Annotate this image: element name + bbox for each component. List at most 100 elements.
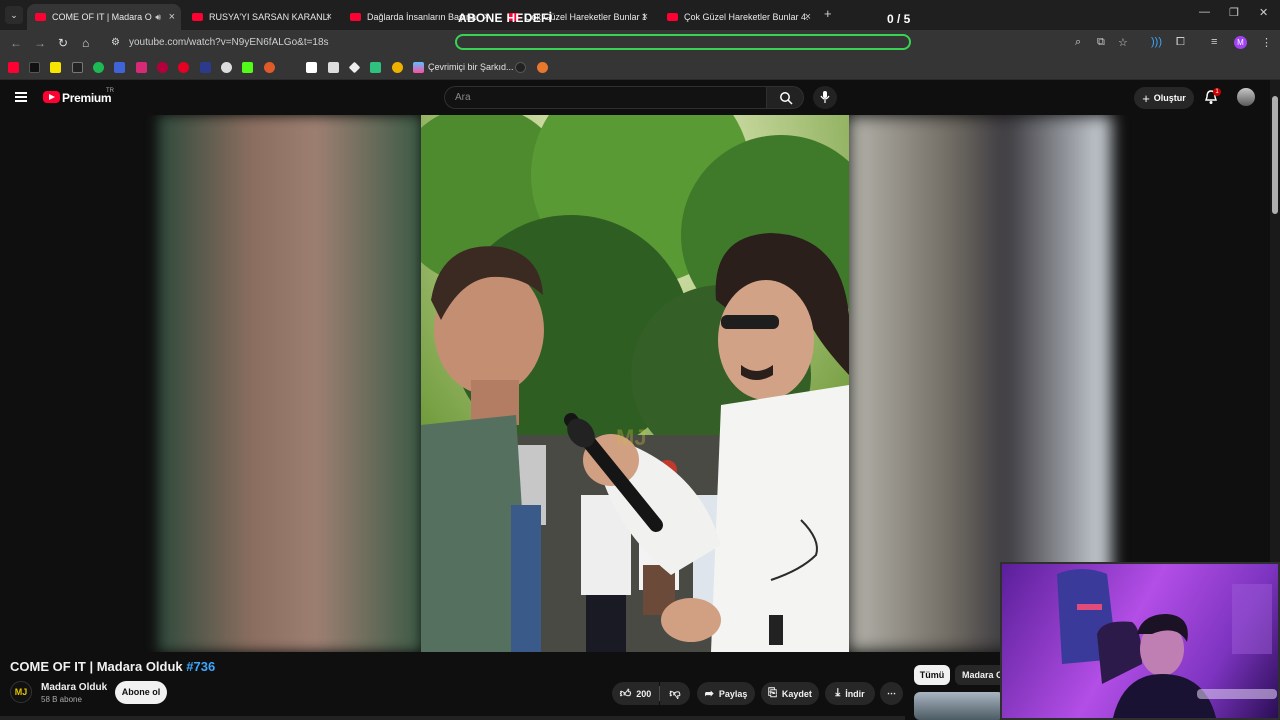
bookmark-github-icon[interactable] — [221, 62, 232, 73]
dislike-button[interactable]: 👎︎ — [660, 682, 690, 705]
thumbs-down-icon: 👎︎ — [669, 688, 681, 700]
plus-icon: + — [1142, 90, 1150, 106]
like-count: 200 — [636, 688, 652, 699]
save-label: Kaydet — [781, 688, 812, 699]
like-button[interactable]: 👍︎ 200 — [612, 682, 659, 705]
install-app-icon[interactable]: ⧉ — [1097, 36, 1105, 49]
video-frame[interactable] — [421, 115, 849, 652]
close-window-icon[interactable]: ✕ — [1259, 6, 1268, 19]
bookmark-star-icon[interactable]: ☆ — [1118, 36, 1128, 49]
share-button[interactable]: ➦ Paylaş — [697, 682, 755, 705]
bookmark-x-icon[interactable] — [72, 62, 83, 73]
save-button[interactable]: ⎘ Kaydet — [761, 682, 819, 705]
subscriber-goal-title: ABONE HEDEFİ — [458, 11, 553, 25]
search-button[interactable] — [766, 86, 804, 109]
scrollbar-thumb[interactable] — [1272, 96, 1278, 214]
bookmark-s-icon[interactable] — [50, 62, 61, 73]
bookmark-kick-icon[interactable] — [242, 62, 253, 73]
share-label: Paylaş — [718, 688, 748, 699]
tab-title: Çok Güzel Hareketler Bunlar 4. — [684, 12, 808, 22]
channel-avatar[interactable]: MJ — [10, 681, 32, 703]
more-actions-button[interactable]: ⋯ — [880, 682, 903, 705]
filter-chip-channel[interactable]: Madara Ol — [955, 665, 1005, 685]
video-title: COME OF IT | Madara Olduk #736 — [10, 659, 215, 674]
channel-name[interactable]: Madara Olduk — [41, 682, 107, 693]
browser-tab-5[interactable]: Çok Güzel Hareketler Bunlar 4. × — [659, 4, 817, 30]
bookmark-orange-icon[interactable] — [264, 62, 275, 73]
bookmark-gmail-icon[interactable] — [306, 62, 317, 73]
bookmark-song-icon[interactable] — [413, 62, 424, 73]
bookmark-green-icon[interactable] — [370, 62, 381, 73]
reload-icon[interactable]: ↻ — [58, 36, 68, 50]
download-button[interactable]: ⤓ İndir — [825, 682, 875, 705]
close-tab-icon[interactable]: × — [169, 11, 175, 23]
bookmark-youtube-icon[interactable] — [8, 62, 19, 73]
bookmark-instagram-icon[interactable] — [136, 62, 147, 73]
subscribe-button[interactable]: Abone ol — [115, 681, 167, 704]
thumbs-up-icon: 👍︎ — [619, 688, 632, 700]
close-tab-icon[interactable]: × — [642, 11, 648, 23]
recommended-video-thumbnail[interactable] — [914, 692, 1004, 720]
bookmark-audio-icon[interactable] — [537, 62, 548, 73]
search-placeholder[interactable]: Ara — [455, 92, 471, 103]
youtube-favicon-icon — [350, 13, 361, 21]
browser-menu-icon[interactable]: ⋮ — [1261, 36, 1272, 49]
bookmark-song-label[interactable]: Çevrimiçi bir Şarkıd... — [428, 62, 514, 72]
new-tab-plus-icon[interactable]: + — [824, 6, 832, 21]
channel-subscriber-count: 58 B abone — [41, 695, 82, 704]
create-button[interactable]: + Oluştur — [1134, 87, 1194, 109]
browser-tab-2[interactable]: RUSYA'YI SARSAN KARANLIK A × — [184, 4, 338, 30]
url-text[interactable]: youtube.com/watch?v=N9yEN6fALGo&t=18s — [129, 37, 329, 48]
notification-badge: 1 — [1213, 88, 1221, 96]
country-code: TR — [106, 88, 114, 94]
zoom-icon[interactable]: ⌕ — [1075, 36, 1081, 49]
bookmark-gray-icon[interactable] — [328, 62, 339, 73]
youtube-favicon-icon — [35, 13, 46, 21]
tab-search-chevron-icon[interactable]: ⌄ — [5, 6, 23, 24]
profile-avatar[interactable]: M — [1234, 36, 1247, 49]
account-avatar[interactable] — [1237, 88, 1255, 106]
forward-arrow-icon[interactable]: → — [34, 36, 46, 50]
menu-hamburger-icon[interactable] — [15, 92, 27, 102]
download-label: İndir — [845, 688, 865, 699]
media-control-icon[interactable]: ≡ — [1211, 36, 1217, 48]
extension-wave-icon[interactable]: ))) — [1151, 36, 1162, 48]
bookmark-blue-icon[interactable] — [200, 62, 211, 73]
bookmark-tiktok-icon[interactable] — [29, 62, 40, 73]
video-title-text: COME OF IT | Madara Olduk — [10, 659, 183, 674]
bookmark-icon: ⎘ — [768, 687, 777, 699]
video-title-hashtag[interactable]: #736 — [186, 659, 215, 674]
bookmark-calendar-icon[interactable] — [114, 62, 125, 73]
back-arrow-icon[interactable]: ← — [10, 36, 22, 50]
close-tab-icon[interactable]: × — [326, 11, 332, 23]
youtube-logo-icon[interactable] — [43, 91, 60, 103]
description-box-edge — [0, 716, 905, 720]
blurred-video-background-left — [158, 115, 422, 652]
subscriber-goal-count: 0 / 5 — [887, 12, 911, 26]
bookmark-dark-icon[interactable] — [515, 62, 526, 73]
extensions-puzzle-icon[interactable]: ⧠ — [1176, 36, 1185, 49]
search-input[interactable] — [444, 86, 767, 109]
video-scene-image — [421, 115, 849, 652]
channel-watermark: MJ — [616, 425, 647, 450]
site-info-icon[interactable]: ⚙ — [111, 37, 120, 48]
restore-icon[interactable]: ❐ — [1229, 6, 1239, 19]
youtube-favicon-icon — [667, 13, 678, 21]
bookmark-red-icon[interactable] — [157, 62, 168, 73]
microphone-icon — [820, 91, 830, 103]
streamer-webcam-overlay — [1000, 562, 1280, 720]
share-arrow-icon: ➦ — [704, 688, 714, 700]
bookmark-yellow-icon[interactable] — [392, 62, 403, 73]
filter-chip-all[interactable]: Tümü — [914, 665, 950, 685]
bookmark-spotify-icon[interactable] — [93, 62, 104, 73]
speaker-icon[interactable]: 🔊︎ — [155, 12, 161, 23]
voice-search-button[interactable] — [813, 86, 837, 109]
home-icon[interactable]: ⌂ — [82, 36, 89, 50]
bookmark-pinterest-icon[interactable] — [178, 62, 189, 73]
close-tab-icon[interactable]: × — [805, 11, 811, 23]
more-dots-icon: ⋯ — [887, 688, 896, 698]
search-icon — [780, 92, 793, 105]
browser-tab-1[interactable]: COME OF IT | Madara Olduk 🔊︎ × — [27, 4, 181, 30]
youtube-brand-label[interactable]: Premium — [62, 91, 112, 105]
minimize-icon[interactable]: — — [1199, 6, 1210, 18]
